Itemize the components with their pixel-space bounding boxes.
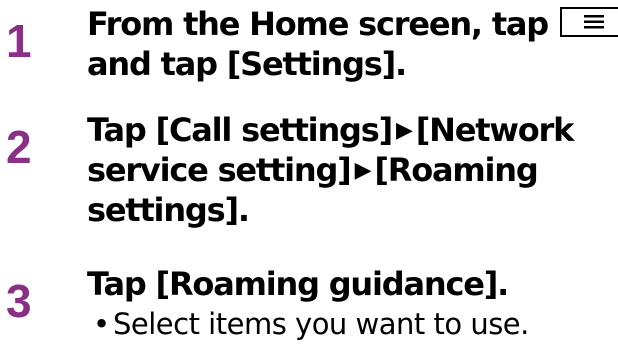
- menu-key-icon: [560, 7, 618, 37]
- note-text: Select items you want to use.: [113, 307, 529, 341]
- step-2-line-2b: [Roaming: [374, 151, 538, 189]
- step-2-line-1b: [Network: [415, 111, 575, 149]
- step-text: Tap [Call settings] ▶ [Network service set…: [87, 110, 618, 230]
- step-2-line-2a: service setting]: [87, 151, 352, 189]
- step-3-note: • Select items you want to use.: [93, 306, 618, 342]
- step-number: 3: [6, 275, 32, 327]
- step-1-line-1: From the Home screen, tap: [87, 5, 549, 43]
- step-text: Tap [Roaming guidance].: [87, 264, 618, 304]
- step-number: 2: [6, 121, 32, 173]
- step-3-line-1: Tap [Roaming guidance].: [87, 265, 509, 303]
- step-2-line-1a: Tap [Call settings]: [87, 111, 393, 149]
- arrow-right-icon: ▶: [396, 118, 413, 143]
- arrow-right-icon: ▶: [354, 158, 372, 183]
- step-number: 1: [6, 15, 32, 67]
- step-1-line-2: and tap [Settings].: [87, 45, 407, 83]
- step-text: From the Home screen, tap and tap [Setti…: [87, 4, 618, 84]
- bullet-icon: •: [93, 307, 110, 341]
- step-2-line-3: settings].: [87, 191, 250, 229]
